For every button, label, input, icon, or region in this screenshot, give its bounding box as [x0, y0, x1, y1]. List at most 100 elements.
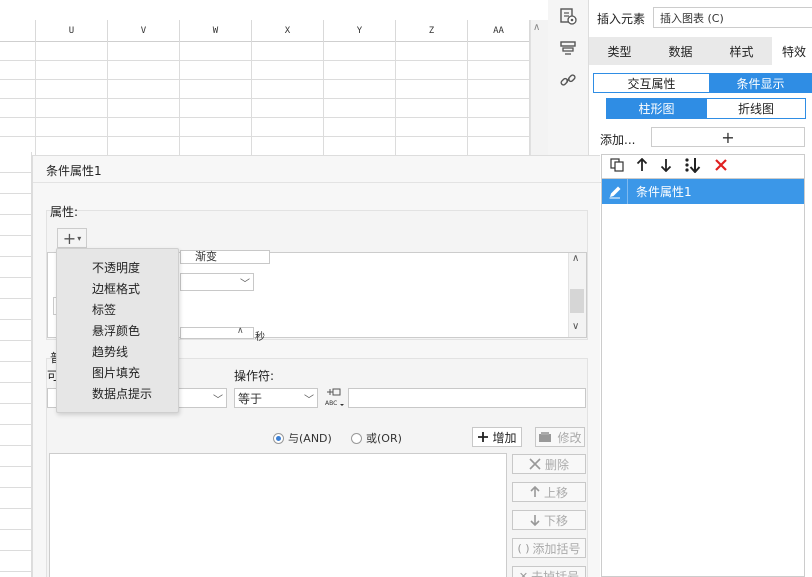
condition-expression-area[interactable]: [49, 453, 507, 577]
condition-list-item[interactable]: 条件属性1: [602, 179, 804, 204]
add-button-label: 增加: [492, 430, 517, 445]
move-down-label: 下移: [543, 513, 568, 528]
delete-icon[interactable]: [714, 158, 728, 176]
menu-item-datapoint-tooltip[interactable]: 数据点提示: [57, 383, 178, 404]
insert-chart-select[interactable]: 插入图表 (C): [653, 7, 812, 28]
modify-button-label: 修改: [557, 430, 582, 445]
condition-item-label: 条件属性1: [636, 185, 692, 199]
column-header-x[interactable]: X: [252, 20, 324, 42]
left-grid-rows: [0, 152, 32, 577]
grid-rows: [0, 42, 530, 152]
menu-item-border-format[interactable]: 边框格式: [57, 278, 178, 299]
dropdown-caret-icon: ▾: [77, 233, 82, 243]
subtab-interaction[interactable]: 交互属性: [594, 74, 709, 92]
arrow-down-icon: [530, 515, 540, 526]
delete-x-icon: [529, 458, 541, 470]
sort-down-icon[interactable]: [684, 157, 702, 177]
layers-icon[interactable]: [558, 38, 578, 58]
column-header-u[interactable]: U: [36, 20, 108, 42]
add-button[interactable]: 增加: [472, 427, 522, 447]
scroll-up-icon[interactable]: ∧: [533, 22, 540, 33]
tab-type[interactable]: 类型: [589, 37, 650, 65]
column-header-v[interactable]: V: [108, 20, 180, 42]
menu-item-label[interactable]: 标签: [57, 299, 178, 320]
column-header-aa[interactable]: AA: [468, 20, 530, 42]
add-bracket-label: 添加括号: [532, 541, 581, 556]
move-up-button[interactable]: 上移: [512, 482, 586, 502]
tab-style[interactable]: 样式: [711, 37, 772, 65]
stepper-up-icon[interactable]: ∧: [237, 326, 244, 336]
add-label: 添加...: [600, 133, 636, 147]
panel-tabs: 类型 数据 样式 特效: [589, 37, 812, 65]
link-icon[interactable]: [558, 70, 578, 90]
move-up-icon[interactable]: [636, 157, 648, 176]
remove-bracket-button[interactable]: ✕ 去掉括号: [512, 566, 586, 577]
edit-pen-icon: [602, 179, 628, 204]
modify-icon: [539, 432, 552, 442]
copy-icon[interactable]: [610, 157, 624, 176]
subtab-conditional-display[interactable]: 条件显示: [708, 74, 812, 92]
plus-icon: [478, 432, 489, 442]
radio-or-label: 或(OR): [366, 432, 402, 445]
menu-item-image-fill[interactable]: 图片填充: [57, 362, 178, 383]
condition-list: 条件属性1: [601, 154, 805, 577]
subtab-bar-chart[interactable]: 柱形图: [607, 99, 706, 118]
dialog-title: 条件属性1: [46, 164, 102, 178]
operator-value: 等于: [238, 391, 263, 406]
radio-and[interactable]: 与(AND): [273, 430, 332, 446]
add-condition-button[interactable]: +: [651, 127, 805, 147]
move-down-icon[interactable]: [660, 158, 672, 176]
chart-type-subtabs: 柱形图 折线图: [606, 98, 806, 119]
modify-button[interactable]: 修改: [535, 427, 585, 447]
title-divider: [33, 182, 601, 183]
attributes-label: 属性:: [50, 205, 79, 219]
menu-item-trendline[interactable]: 趋势线: [57, 341, 178, 362]
column-header-partial[interactable]: [0, 20, 36, 42]
side-icon-strip: [548, 0, 588, 160]
tab-effects[interactable]: 特效: [772, 37, 812, 65]
scroll-up-arrow-icon[interactable]: ∧: [572, 253, 579, 264]
add-attribute-menu: 不透明度 边框格式 标签 悬浮颜色 趋势线 图片填充 数据点提示: [56, 248, 179, 413]
bracket-icon: ( ): [517, 541, 530, 555]
delete-button[interactable]: 删除: [512, 454, 586, 474]
move-up-label: 上移: [543, 485, 568, 500]
duration-unit-label: 秒: [255, 332, 265, 343]
radio-or[interactable]: 或(OR): [351, 430, 402, 446]
add-attribute-button[interactable]: + ▾: [57, 228, 87, 248]
operator-label: 操作符:: [234, 369, 275, 383]
tab-data[interactable]: 数据: [650, 37, 711, 65]
attribute-combo[interactable]: ﹀: [180, 273, 254, 291]
condition-value-input[interactable]: [348, 388, 586, 408]
formula-abc-icon[interactable]: ABC: [324, 387, 344, 409]
condition-list-toolbar: [602, 155, 804, 179]
menu-item-opacity[interactable]: 不透明度: [57, 257, 178, 278]
chevron-down-icon: ﹀: [240, 278, 250, 290]
scrollbar-thumb[interactable]: [570, 289, 584, 313]
radio-or-indicator[interactable]: [351, 432, 362, 444]
column-header-z[interactable]: Z: [396, 20, 468, 42]
add-attribute-symbol: +: [62, 228, 77, 248]
radio-and-indicator[interactable]: [273, 432, 284, 444]
remove-bracket-label: 去掉括号: [531, 569, 580, 577]
insert-element-label: 插入元素: [597, 12, 646, 26]
chevron-down-icon: ﹀: [213, 394, 223, 406]
right-settings-panel: 插入元素 插入图表 (C) 类型 数据 样式 特效 交互属性 条件显示 柱形图 …: [588, 0, 812, 577]
subtab-line-chart[interactable]: 折线图: [706, 99, 805, 118]
arrow-up-icon: [530, 486, 540, 497]
delete-button-label: 删除: [544, 457, 569, 472]
attribute-scrollbar[interactable]: ∧ ∨: [568, 253, 586, 337]
scroll-down-arrow-icon[interactable]: ∨: [572, 321, 579, 332]
move-down-button[interactable]: 下移: [512, 510, 586, 530]
remove-bracket-icon: ✕: [518, 569, 529, 577]
radio-and-label: 与(AND): [288, 432, 332, 445]
column-header-y[interactable]: Y: [324, 20, 396, 42]
operator-select[interactable]: 等于 ﹀: [234, 388, 318, 408]
svg-text:ABC: ABC: [325, 400, 337, 407]
column-headers: U V W X Y Z AA: [0, 20, 530, 42]
properties-icon[interactable]: [558, 6, 578, 26]
menu-item-hover-color[interactable]: 悬浮颜色: [57, 320, 178, 341]
column-header-w[interactable]: W: [180, 20, 252, 42]
add-bracket-button[interactable]: ( ) 添加括号: [512, 538, 586, 558]
transition-type-field[interactable]: 渐变: [180, 250, 270, 264]
effects-subtabs: 交互属性 条件显示: [593, 73, 812, 93]
